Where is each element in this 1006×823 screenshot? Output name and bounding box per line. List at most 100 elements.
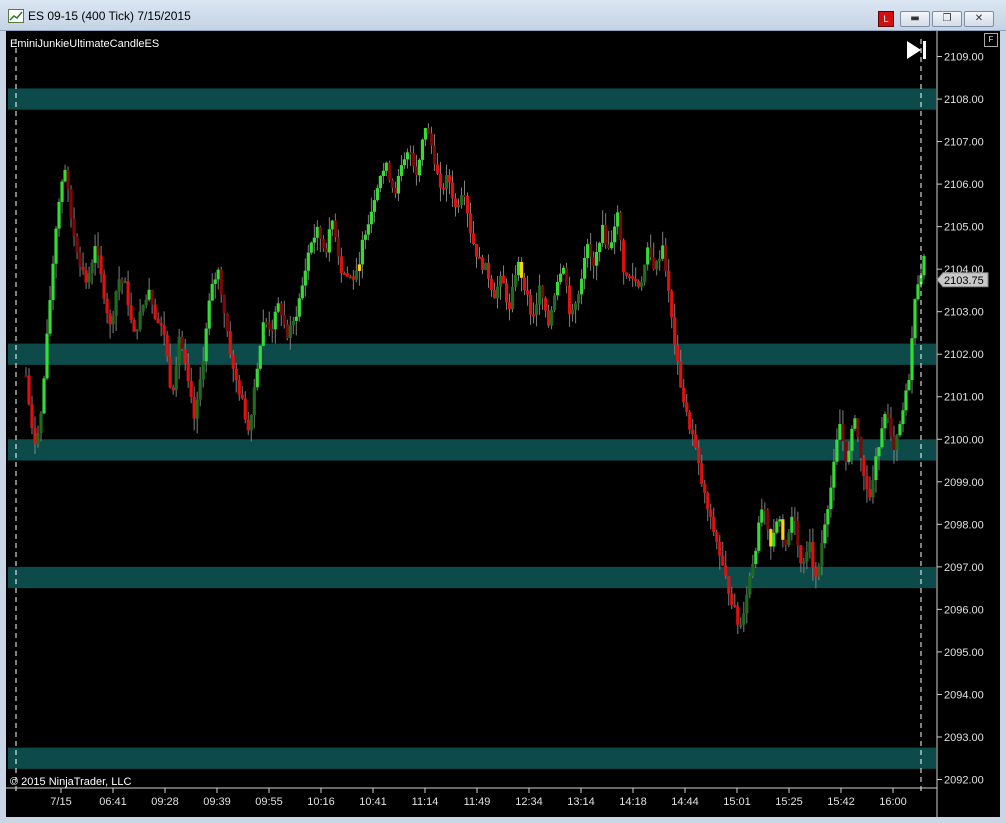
candle-body [874,456,878,481]
candle-body [859,436,863,459]
candle-body [610,242,614,249]
candle-body [772,532,776,547]
candle-body [351,276,355,280]
price-chart[interactable]: 2109.002108.002107.002106.002105.002104.… [6,31,1000,817]
candle-body [715,532,719,542]
candle-body [120,279,124,283]
candle-body [201,361,205,380]
candle-body [516,261,521,276]
maximize-button[interactable]: ❐ [932,11,962,27]
candle-body [372,200,376,212]
candle-body [426,127,431,134]
candle-body [261,322,265,346]
candle-body [916,284,920,300]
y-tick-label: 2105.00 [944,222,984,234]
candle-body [510,286,515,309]
candle-body [309,242,313,253]
candle-body [324,248,328,253]
candle-body [30,404,34,429]
candle-body [709,509,713,517]
candle-body [435,164,440,174]
candle-body [156,318,160,324]
close-icon: ✕ [974,13,984,24]
candle-body [820,543,824,567]
candle-body [132,319,136,332]
y-tick-label: 2108.00 [944,94,984,106]
x-tick-label: 10:41 [359,796,387,808]
candle-body [105,298,109,314]
close-button[interactable]: ✕ [964,11,994,27]
candle-body [721,555,725,566]
f-button[interactable]: F [984,33,998,47]
candle-body [628,275,632,278]
candle-body [162,325,166,335]
candle-body [111,316,115,325]
candle-body [63,169,67,182]
candle-body [198,379,202,400]
candle-body [312,237,316,243]
candle-body [174,365,178,391]
candle-body [417,159,422,176]
y-tick-label: 2097.00 [944,562,984,574]
x-tick-label: 06:41 [99,796,127,808]
maximize-icon: ❐ [942,13,952,24]
play-end-icon[interactable] [907,41,926,59]
candle-body [907,380,911,391]
candle-body [658,258,662,262]
candle-body [697,447,701,464]
candle-body [745,594,749,614]
candle-body [808,542,812,553]
candle-body [429,133,434,146]
candle-body [159,323,163,326]
candle-body [892,436,896,451]
chart-window: ES 09-15 (400 Tick) 7/15/2015 L ▬ ❐ ✕ 21… [0,0,1006,823]
candle-body [240,394,244,399]
candle-body [444,174,449,189]
candle-body [207,300,211,329]
candle-body [601,224,605,243]
candle-body [922,255,926,276]
candle-body [814,567,818,577]
candle-body [565,267,569,286]
candle-body [889,418,893,437]
x-tick-label: 15:25 [775,796,803,808]
candle-body [537,285,542,305]
minimize-icon: ▬ [910,13,920,24]
candle-body [583,257,587,279]
candle-body [285,324,289,339]
candle-body [396,175,401,194]
candle-body [93,246,97,263]
candle-body [294,316,298,321]
candle-body [703,484,707,493]
candle-body [87,273,91,283]
link-button[interactable]: L [878,11,894,27]
candle-body [543,298,548,311]
candle-body [405,152,410,160]
candle-body [441,187,446,190]
candle-body [402,159,407,166]
candle-body [832,461,836,488]
candle-body [438,173,443,188]
candle-body [123,281,127,284]
candle-body [546,310,551,326]
candle-body [465,196,470,214]
minimize-button[interactable]: ▬ [900,11,930,27]
copyright-label: © 2015 NinjaTrader, LLC [10,776,131,788]
chart-app-icon [8,9,24,23]
candle-body [42,378,46,414]
title-bar[interactable]: ES 09-15 (400 Tick) 7/15/2015 L ▬ ❐ ✕ [0,0,1006,31]
candle-body [607,244,611,249]
y-tick-label: 2093.00 [944,732,984,744]
candle-body [102,274,106,299]
support-resistance-zone [8,566,936,589]
candle-body [742,613,746,625]
candle-body [880,428,884,448]
chart-panel[interactable]: 2109.00 2108.00 2107.00 2106.00 2105.00 2104.… [6,31,1000,817]
candle-body [760,509,764,523]
candle-body [291,320,295,326]
candle-body [54,228,58,264]
candle-body [321,238,325,249]
candle-body [577,294,581,304]
x-tick-label: 09:28 [151,796,179,808]
candle-body [844,441,848,462]
